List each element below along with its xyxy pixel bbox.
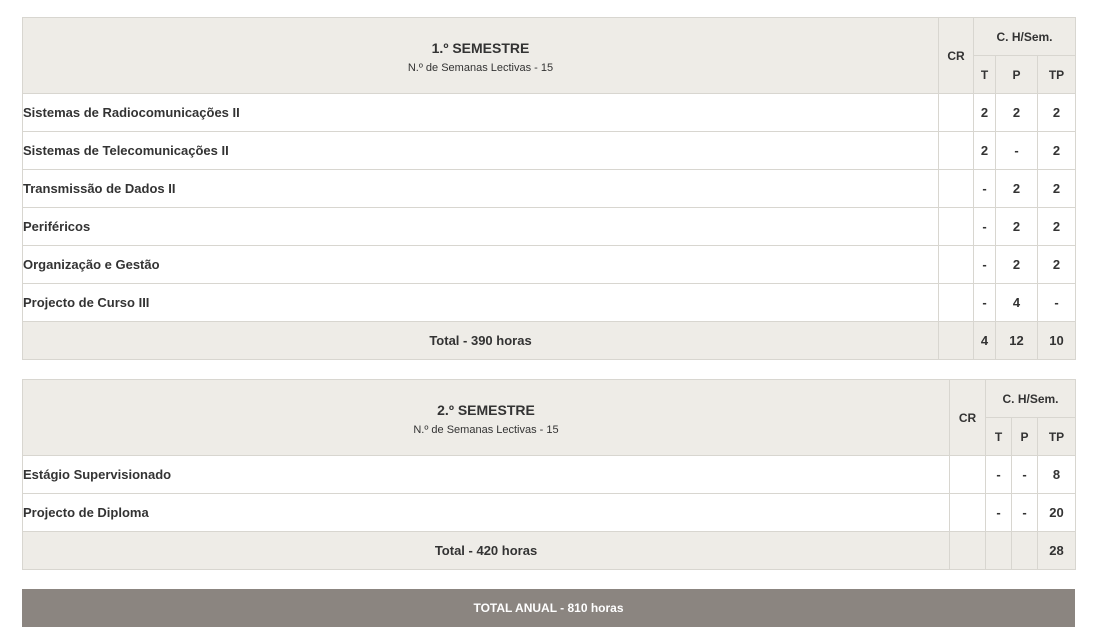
p-value: 4 [995,283,1038,322]
tp-total: 28 [1036,531,1077,570]
t-value: - [985,493,1012,532]
cr-value [938,93,974,132]
tp-value: 2 [1036,131,1077,170]
table-row: Estágio Supervisionado - - 8 [22,455,1077,494]
table-row: Projecto de Diploma - - 20 [22,493,1077,532]
semester-2-title: 2.º SEMESTRE [437,401,535,418]
total-row: Total - 390 horas 4 12 10 [22,321,1077,360]
subject-name: Projecto de Diploma [22,493,950,532]
subject-name: Projecto de Curso III [22,283,939,322]
t-value: - [973,207,996,246]
semester-1-subtitle: N.º de Semanas Lectivas - 15 [407,61,554,74]
subject-name: Transmissão de Dados II [22,169,939,208]
cr-value [938,131,974,170]
p-value: - [995,131,1038,170]
cr-header: CR [949,379,986,456]
p-value: 2 [995,207,1038,246]
table-row: Periféricos - 2 2 [22,207,1077,246]
ch-sem-header: C. H/Sem. [972,17,1077,56]
t-value: - [973,169,996,208]
t-value: 2 [973,93,996,132]
p-value: - [1011,455,1038,494]
ch-sem-header: C. H/Sem. [984,379,1077,418]
tp-value: 2 [1036,169,1077,208]
tp-value: 2 [1036,207,1077,246]
annual-total-bar: TOTAL ANUAL - 810 horas [22,589,1075,627]
cr-value [938,245,974,284]
tp-value: 20 [1036,493,1077,532]
cr-value [938,169,974,208]
table-row: Sistemas de Radiocomunicações II 2 2 2 [22,93,1077,132]
semester-1-title: 1.º SEMESTRE [431,39,530,56]
t-value: 2 [973,131,996,170]
p-value: 2 [995,93,1038,132]
p-value: - [1011,493,1038,532]
t-header: T [973,55,996,94]
cr-total [938,321,974,360]
subject-name: Sistemas de Radiocomunicações II [22,93,939,132]
p-value: 2 [995,245,1038,284]
tp-header: TP [1036,417,1077,456]
t-total [985,531,1012,570]
table-row: Projecto de Curso III - 4 - [22,283,1077,322]
cr-value [949,455,986,494]
total-row: Total - 420 horas 28 [22,531,1077,570]
p-header: P [995,55,1038,94]
subject-name: Sistemas de Telecomunicações II [22,131,939,170]
table-row: Sistemas de Telecomunicações II 2 - 2 [22,131,1077,170]
p-total [1011,531,1038,570]
subject-name: Estágio Supervisionado [22,455,950,494]
semester-1-header: 1.º SEMESTRE N.º de Semanas Lectivas - 1… [22,17,939,94]
t-value: - [973,245,996,284]
tp-value: 8 [1036,455,1077,494]
t-value: - [985,455,1012,494]
p-total: 12 [995,321,1038,360]
p-value: 2 [995,169,1038,208]
cr-total [949,531,986,570]
table-row: Organização e Gestão - 2 2 [22,245,1077,284]
tp-value: - [1036,283,1077,322]
cr-value [938,207,974,246]
tp-value: 2 [1036,245,1077,284]
semester-2-table: 2.º SEMESTRE N.º de Semanas Lectivas - 1… [22,379,1077,570]
semester-2-header: 2.º SEMESTRE N.º de Semanas Lectivas - 1… [22,379,950,456]
p-header: P [1011,417,1038,456]
tp-value: 2 [1036,93,1077,132]
t-header: T [985,417,1012,456]
t-value: - [973,283,996,322]
cr-value [938,283,974,322]
total-label: Total - 390 horas [22,321,939,360]
t-total: 4 [973,321,996,360]
semester-2-subtitle: N.º de Semanas Lectivas - 15 [413,423,559,436]
semester-1-table: 1.º SEMESTRE N.º de Semanas Lectivas - 1… [22,17,1077,360]
cr-header: CR [938,17,974,94]
tp-total: 10 [1036,321,1077,360]
cr-value [949,493,986,532]
subject-name: Organização e Gestão [22,245,939,284]
subject-name: Periféricos [22,207,939,246]
total-label: Total - 420 horas [22,531,950,570]
tp-header: TP [1036,55,1077,94]
table-row: Transmissão de Dados II - 2 2 [22,169,1077,208]
